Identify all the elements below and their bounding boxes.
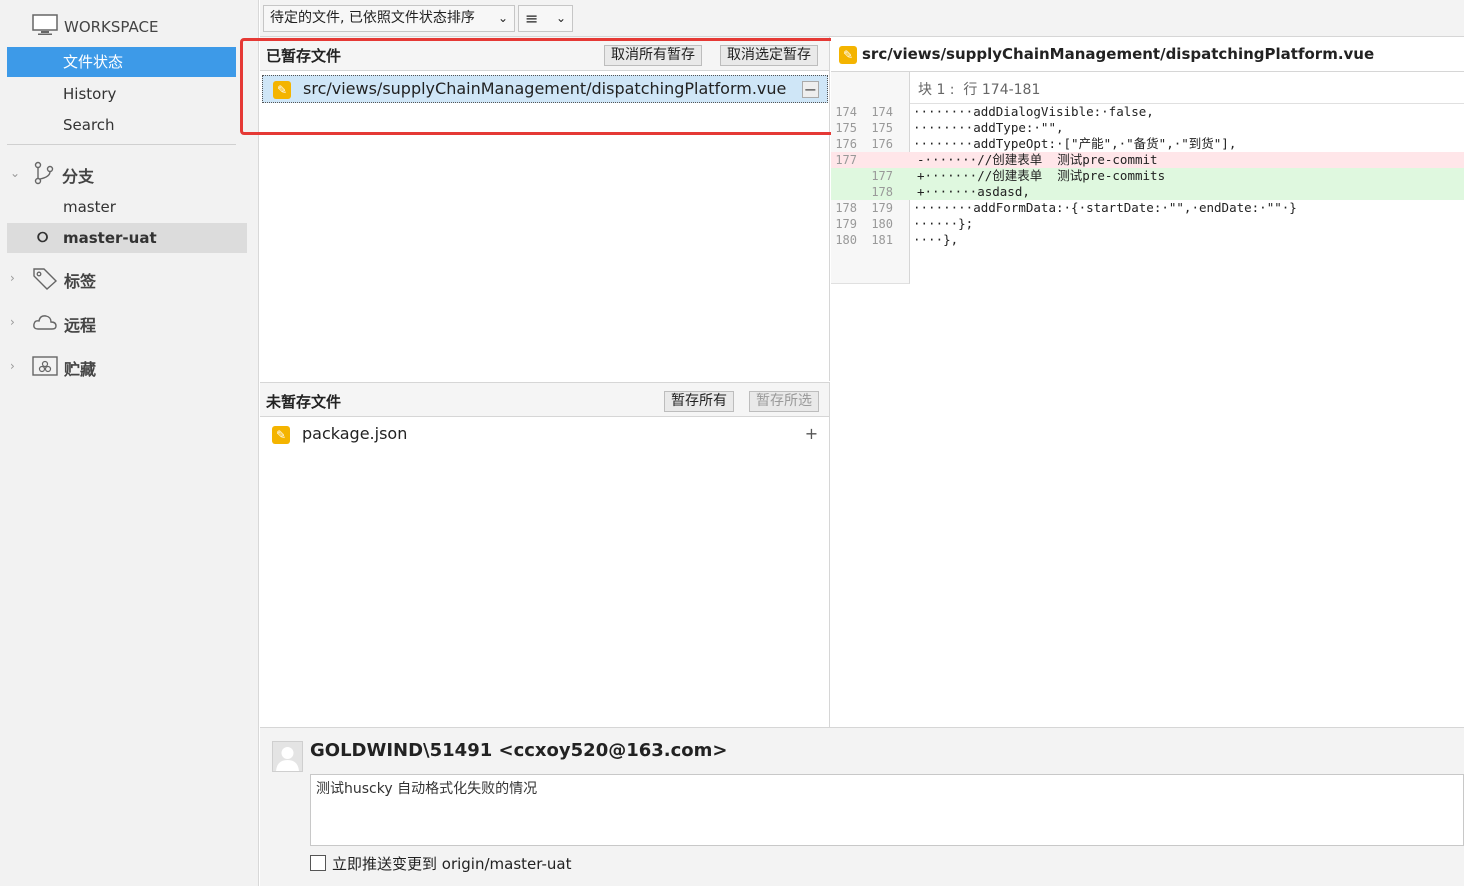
stage-file-icon[interactable]: +	[803, 426, 820, 443]
stash-icon	[32, 354, 58, 382]
branch-label: master-uat	[63, 229, 157, 247]
unstaged-file-row[interactable]: ✎ package.json +	[262, 421, 828, 449]
stashes-label: 贮藏	[64, 360, 97, 379]
diff-line-added: 178 +·······asdasd,	[831, 184, 1464, 200]
diff-line: 176 176 ········addTypeOpt:·["产能",·"备货",·"…	[831, 136, 1464, 152]
file-path: package.json	[302, 424, 408, 443]
code-text: -·······//创建表单 测试pre-commit	[917, 152, 1158, 167]
user-icon	[276, 747, 299, 771]
hunk-header: 块 1 : 行 174-181	[910, 72, 1464, 104]
old-line-number: 176	[835, 137, 857, 151]
sidebar: WORKSPACE 文件状态 History Search ⌄ 分支 maste…	[0, 0, 259, 886]
sidebar-item-file-status[interactable]: 文件状态	[7, 47, 236, 77]
diff-line: 180 181 ····},	[831, 232, 1464, 248]
remotes-header[interactable]: 远程	[32, 310, 96, 338]
new-line-number: 180	[871, 217, 893, 231]
unstaged-title: 未暂存文件	[266, 393, 342, 411]
modified-icon: ✎	[839, 46, 857, 64]
old-line-number: 175	[835, 121, 857, 135]
remotes-label: 远程	[64, 316, 97, 335]
commit-message-text: 测试huscky 自动格式化失败的情况	[316, 781, 538, 797]
chevron-right-icon[interactable]: ›	[10, 271, 15, 285]
old-line-number: 174	[835, 105, 857, 119]
tags-label: 标签	[64, 272, 97, 291]
commit-author: GOLDWIND\51491 <ccxoy520@163.com>	[310, 740, 728, 761]
modified-icon: ✎	[272, 426, 290, 444]
push-label: 立即推送变更到 origin/master-uat	[332, 855, 572, 873]
code-text: +·······asdasd,	[917, 184, 1030, 199]
diff-line: 178 179 ········addFormData:·{·startDate:·…	[831, 200, 1464, 216]
old-line-number: 179	[835, 217, 857, 231]
view-mode-dropdown[interactable]: ≡ ⌄	[518, 5, 573, 32]
avatar	[272, 741, 303, 772]
diff-line-added: 177 +·······//创建表单 测试pre-commits	[831, 168, 1464, 184]
unstaged-header: 未暂存文件 暂存所有 暂存所选	[260, 383, 829, 417]
new-line-number: 175	[871, 121, 893, 135]
code-text: ········addType:·"",	[913, 120, 1064, 135]
new-line-number: 181	[871, 233, 893, 247]
sidebar-item-search[interactable]: Search	[7, 110, 236, 140]
push-checkbox[interactable]	[310, 855, 326, 871]
code-text: ······};	[913, 216, 974, 231]
commit-message-input[interactable]: 测试huscky 自动格式化失败的情况	[310, 774, 1464, 846]
code-text: ········addFormData:·{·startDate:·"",·en…	[913, 200, 1297, 215]
monitor-icon	[32, 14, 58, 40]
new-line-number: 179	[871, 201, 893, 215]
chevron-right-icon[interactable]: ›	[10, 359, 15, 373]
branch-icon	[32, 160, 56, 190]
old-line-number: 178	[835, 201, 857, 215]
list-icon: ≡	[525, 9, 539, 28]
new-line-number: 174	[871, 105, 893, 119]
branch-item-master-uat[interactable]: ⭘ master-uat	[7, 223, 247, 253]
divider	[7, 144, 236, 145]
branch-item-master[interactable]: master	[7, 192, 236, 222]
diff-line-removed: 177 -·······//创建表单 测试pre-commit	[831, 152, 1464, 168]
diff-line: 179 180 ······};	[831, 216, 1464, 232]
highlight-box	[240, 38, 839, 135]
diff-header: ✎ src/views/supplyChainManagement/dispat…	[831, 37, 1464, 72]
sidebar-item-history[interactable]: History	[7, 79, 236, 109]
new-line-number: 177	[871, 169, 893, 183]
workspace-label: WORKSPACE	[64, 18, 159, 36]
unstaged-pane: 未暂存文件 暂存所有 暂存所选 ✎ package.json +	[260, 382, 830, 727]
diff-line: 175 175 ········addType:·"",	[831, 120, 1464, 136]
sort-label: 待定的文件, 已依照文件状态排序	[270, 10, 475, 26]
current-branch-icon: ⭘	[37, 230, 49, 246]
branches-header[interactable]: 分支	[32, 160, 94, 190]
chevron-right-icon[interactable]: ›	[10, 315, 15, 329]
tag-icon	[32, 266, 58, 294]
code-text: ····},	[913, 232, 959, 247]
sidebar-item-label: Search	[63, 116, 115, 134]
sidebar-item-label: 文件状态	[63, 53, 124, 71]
branch-label: master	[63, 198, 116, 216]
new-line-number: 178	[871, 185, 893, 199]
old-line-number: 177	[835, 153, 857, 167]
chevron-down-icon: ⌄	[555, 11, 566, 25]
code-text: ········addDialogVisible:·false,	[913, 104, 1154, 119]
diff-body: 174 174 ········addDialogVisible:·false, 1…	[831, 104, 1464, 254]
diff-file-path: src/views/supplyChainManagement/dispatch…	[862, 45, 1375, 63]
code-text: ········addTypeOpt:·["产能",·"备货",·"到货"],	[913, 136, 1237, 151]
workspace-header: WORKSPACE	[32, 14, 158, 40]
new-line-number: 176	[871, 137, 893, 151]
diff-line: 174 174 ········addDialogVisible:·false,	[831, 104, 1464, 120]
stage-selected-button[interactable]: 暂存所选	[749, 391, 819, 412]
stashes-header[interactable]: 贮藏	[32, 354, 96, 382]
tags-header[interactable]: 标签	[32, 266, 96, 294]
chevron-down-icon[interactable]: ⌄	[10, 166, 20, 180]
cloud-icon	[32, 310, 58, 338]
stage-all-button[interactable]: 暂存所有	[664, 391, 734, 412]
toolbar: 待定的文件, 已依照文件状态排序 ⌄ ≡ ⌄	[260, 0, 1464, 37]
sidebar-item-label: History	[63, 85, 117, 103]
staged-pane: 已暂存文件 取消所有暂存 取消选定暂存 ✎ src/views/supplyCh…	[240, 37, 839, 381]
branches-label: 分支	[62, 167, 95, 186]
commit-panel: GOLDWIND\51491 <ccxoy520@163.com> 测试husc…	[260, 727, 1464, 886]
chevron-down-icon: ⌄	[497, 11, 508, 25]
old-line-number: 180	[835, 233, 857, 247]
sort-dropdown[interactable]: 待定的文件, 已依照文件状态排序 ⌄	[263, 5, 515, 32]
hunk-label: 块 1 : 行 174-181	[918, 82, 1041, 98]
code-text: +·······//创建表单 测试pre-commits	[917, 168, 1166, 183]
